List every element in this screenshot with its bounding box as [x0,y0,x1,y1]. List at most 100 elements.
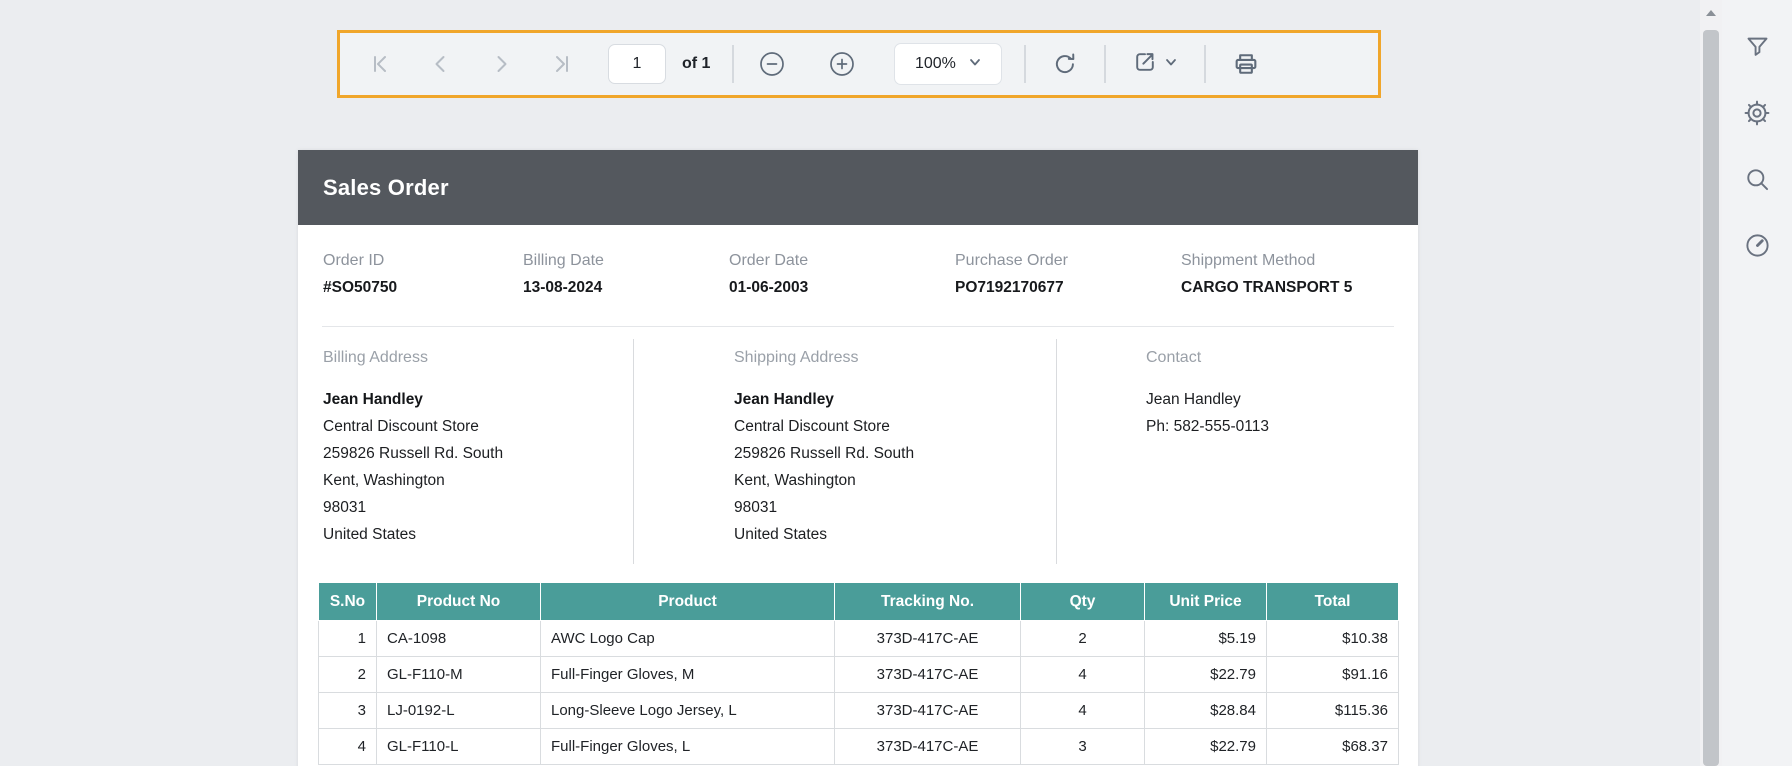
shipping-address-line: 259826 Russell Rd. South [734,440,1056,467]
zoom-level-value: 100% [915,55,956,73]
section-divider [322,326,1394,327]
zoom-group [758,50,856,78]
toolbar-separator [1024,45,1026,83]
zoom-in-icon [828,50,856,78]
billing-address-line: 259826 Russell Rd. South [323,440,633,467]
contact-line: Jean Handley [1146,386,1418,413]
table-cell: Full-Finger Gloves, L [541,729,835,765]
page-title: Sales Order [323,175,449,201]
field-value: CARGO TRANSPORT 5 [1181,279,1394,297]
page-nav-group [370,53,572,75]
column-header-sno: S.No [319,583,377,621]
filter-button[interactable] [1744,33,1771,60]
previous-page-button[interactable] [430,53,452,75]
billing-address-label: Billing Address [323,349,633,367]
contact-label: Contact [1146,349,1418,367]
billing-address-line: 98031 [323,494,633,521]
billing-address-line: Kent, Washington [323,467,633,494]
table-cell: GL-F110-L [377,729,541,765]
search-button[interactable] [1744,166,1771,193]
column-header-total: Total [1267,583,1399,621]
billing-address-name: Jean Handley [323,386,633,413]
zoom-in-button[interactable] [828,50,856,78]
table-cell: Full-Finger Gloves, M [541,657,835,693]
table-cell: 373D-417C-AE [835,729,1021,765]
table-cell: 3 [319,693,377,729]
field-value: #SO50750 [323,279,523,297]
field-label: Purchase Order [955,252,1181,270]
gear-icon [1743,99,1771,127]
refresh-icon [1052,51,1078,77]
print-icon [1232,50,1260,78]
page-number-input[interactable] [608,44,666,84]
previous-page-icon [430,53,452,75]
column-header-qty: Qty [1021,583,1145,621]
table-header-row: S.No Product No Product Tracking No. Qty… [319,583,1399,621]
export-button[interactable] [1132,49,1178,80]
shipping-address-line: Kent, Washington [734,467,1056,494]
scrollbar-thumb[interactable] [1703,30,1719,766]
shipping-address-name: Jean Handley [734,386,1056,413]
field-label: Order ID [323,252,523,270]
page-total-label: of 1 [682,55,710,73]
column-header-product: Product [541,583,835,621]
settings-button[interactable] [1743,99,1771,127]
print-button[interactable] [1232,50,1260,78]
contact-line: Ph: 582-555-0113 [1146,413,1418,440]
order-id-field: Order ID #SO50750 [323,252,523,297]
table-row: 1 CA-1098 AWC Logo Cap 373D-417C-AE 2 $5… [319,621,1399,657]
filter-icon [1744,33,1771,60]
refresh-button[interactable] [1052,51,1078,77]
report-title-bar: Sales Order [298,150,1418,225]
scrollbar-up-arrow[interactable] [1700,0,1722,26]
shipment-method-field: Shippment Method CARGO TRANSPORT 5 [1181,252,1394,297]
table-cell: 1 [319,621,377,657]
table-cell: 4 [1021,657,1145,693]
report-page: Sales Order Order ID #SO50750 Billing Da… [298,150,1418,766]
field-label: Billing Date [523,252,729,270]
right-tool-panel [1722,0,1792,766]
zoom-level-dropdown[interactable]: 100% [894,43,1002,85]
table-cell: 373D-417C-AE [835,693,1021,729]
toolbar-separator [732,45,734,83]
shipping-address-block: Shipping Address Jean Handley Central Di… [634,339,1057,564]
table-cell: $28.84 [1145,693,1267,729]
table-cell: GL-F110-M [377,657,541,693]
next-page-button[interactable] [490,53,512,75]
billing-date-field: Billing Date 13-08-2024 [523,252,729,297]
table-row: 3 LJ-0192-L Long-Sleeve Logo Jersey, L 3… [319,693,1399,729]
scroll-up-icon [1706,10,1716,16]
order-date-field: Order Date 01-06-2003 [729,252,955,297]
billing-address-line: United States [323,521,633,548]
vertical-scrollbar[interactable] [1700,0,1722,766]
zoom-out-button[interactable] [758,50,786,78]
export-chevron-down-icon [1164,55,1178,74]
chevron-down-icon [968,55,982,74]
performance-gauge-button[interactable] [1744,232,1771,259]
table-cell: $91.16 [1267,657,1399,693]
table-cell: CA-1098 [377,621,541,657]
viewer-toolbar: of 1 100% [337,30,1381,98]
address-section: Billing Address Jean Handley Central Dis… [298,339,1418,564]
field-value: 13-08-2024 [523,279,729,297]
table-cell: 373D-417C-AE [835,621,1021,657]
shipping-address-line: United States [734,521,1056,548]
first-page-button[interactable] [370,53,392,75]
toolbar-actions [1024,45,1260,83]
column-header-product-no: Product No [377,583,541,621]
field-label: Order Date [729,252,955,270]
export-icon [1132,49,1158,80]
search-icon [1744,166,1771,193]
field-value: 01-06-2003 [729,279,955,297]
field-label: Shippment Method [1181,252,1394,270]
last-page-button[interactable] [550,53,572,75]
table-cell: $68.37 [1267,729,1399,765]
shipping-address-line: 98031 [734,494,1056,521]
table-row: 4 GL-F110-L Full-Finger Gloves, L 373D-4… [319,729,1399,765]
contact-block: Contact Jean Handley Ph: 582-555-0113 [1057,339,1418,564]
order-items-table: S.No Product No Product Tracking No. Qty… [318,582,1399,765]
table-cell: 4 [319,729,377,765]
table-cell: 4 [1021,693,1145,729]
toolbar-separator [1204,45,1206,83]
first-page-icon [370,53,392,75]
